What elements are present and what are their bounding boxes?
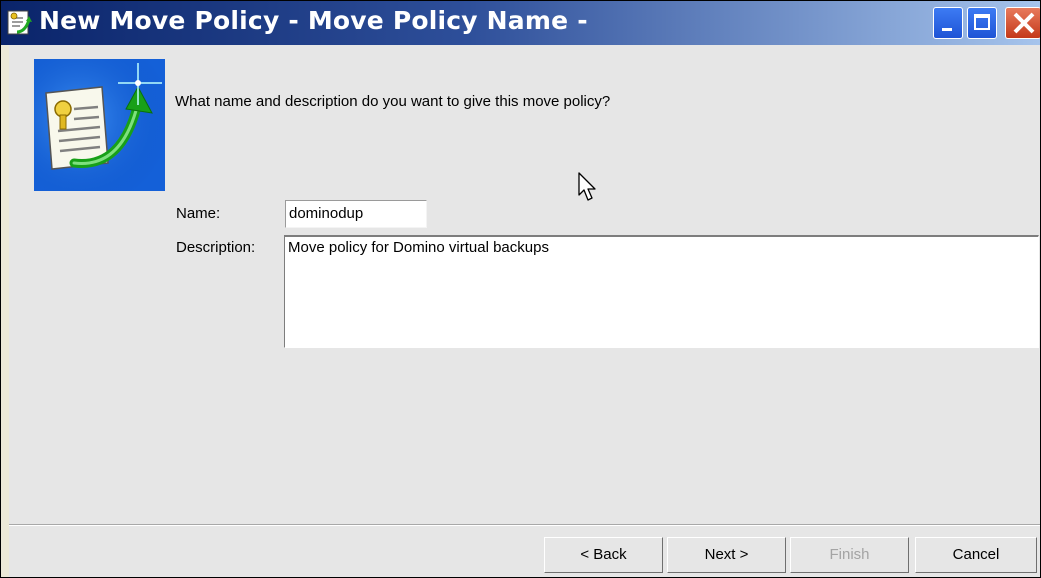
minimize-icon <box>942 28 952 31</box>
cancel-button[interactable]: Cancel <box>915 537 1037 573</box>
mouse-pointer-icon <box>578 172 596 201</box>
wizard-content: What name and description do you want to… <box>9 45 1040 577</box>
title-bar[interactable]: New Move Policy - Move Policy Name - <box>1 1 1040 45</box>
description-textarea[interactable]: Move policy for Domino virtual backups <box>284 235 1039 348</box>
window-title: New Move Policy - Move Policy Name - <box>39 6 588 35</box>
policy-app-icon <box>7 10 32 35</box>
next-button[interactable]: Next > <box>667 537 786 573</box>
maximize-button[interactable] <box>967 7 997 39</box>
description-label: Description: <box>176 239 256 256</box>
close-button[interactable] <box>1005 7 1040 39</box>
back-button[interactable]: < Back <box>544 537 663 573</box>
wizard-window: New Move Policy - Move Policy Name - Wha… <box>0 0 1041 578</box>
move-policy-icon <box>34 59 165 191</box>
minimize-button[interactable] <box>933 7 963 39</box>
maximize-icon <box>974 14 990 30</box>
finish-button[interactable]: Finish <box>790 537 909 573</box>
wizard-question: What name and description do you want to… <box>175 93 611 110</box>
button-separator <box>9 524 1040 526</box>
close-icon <box>1013 12 1035 34</box>
name-label: Name: <box>176 205 221 222</box>
name-input[interactable]: dominodup <box>285 200 427 228</box>
